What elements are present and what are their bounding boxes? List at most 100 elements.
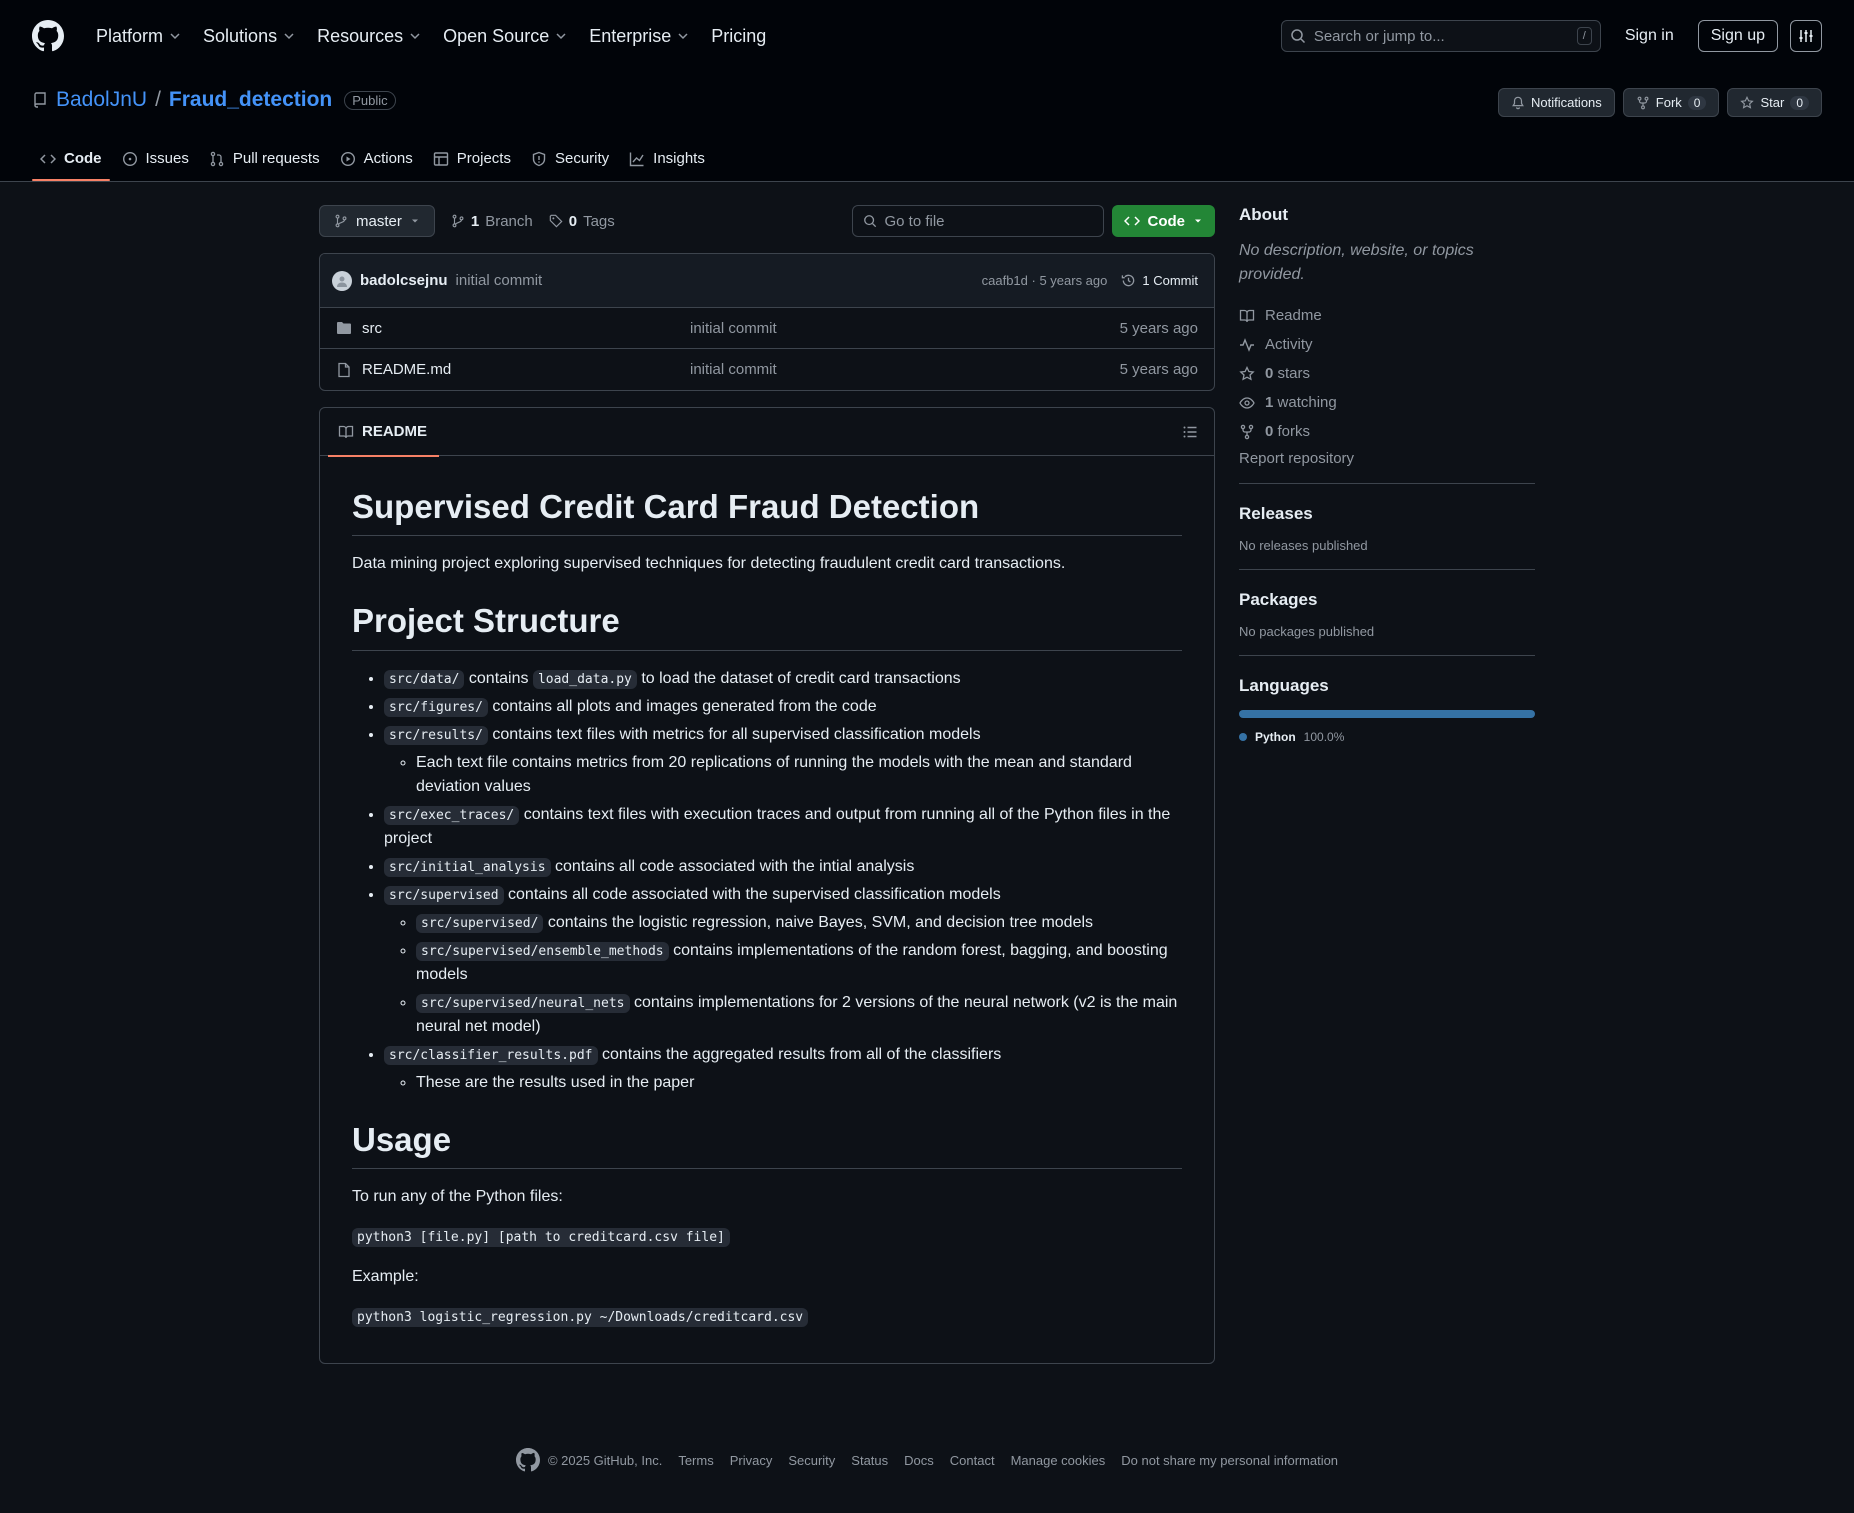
github-logo-icon[interactable] (32, 20, 88, 52)
commits-history-link[interactable]: 1 Commit (1121, 273, 1198, 288)
language-color-dot (1239, 733, 1247, 741)
sub-list: These are the results used in the paper (384, 1071, 1182, 1095)
file-row[interactable]: README.md initial commit 5 years ago (320, 349, 1214, 390)
search-icon (863, 215, 876, 228)
search-icon (1291, 29, 1305, 44)
inline-code: src/data/ (384, 669, 465, 689)
notifications-button[interactable]: Notifications (1497, 88, 1615, 117)
repo-name-link[interactable]: Fraud_detection (169, 88, 332, 112)
repo-title: BadolJnU / Fraud_detection Public (32, 88, 396, 112)
file-toolbar: master 1 Branch 0 Tags Go to file Code (319, 205, 1215, 237)
tags-link[interactable]: 0 Tags (549, 213, 615, 230)
sub-list: src/supervised/ contains the logistic re… (384, 911, 1182, 1039)
activity-link[interactable]: Activity (1239, 330, 1535, 359)
file-time: 5 years ago (1119, 361, 1198, 378)
repo-sidebar: About No description, website, or topics… (1239, 205, 1535, 744)
packages-heading[interactable]: Packages (1239, 590, 1535, 610)
list-item: src/results/ contains text files with me… (384, 723, 1182, 799)
readme-panel: README Supervised Credit Card Fraud Dete… (319, 407, 1215, 1364)
list-text: contains all code associated with the su… (508, 885, 1001, 903)
table-of-contents-button[interactable] (1182, 424, 1198, 440)
file-name-link[interactable]: README.md (362, 361, 451, 378)
commit-message-link[interactable]: initial commit (456, 272, 543, 289)
report-repository-link[interactable]: Report repository (1239, 450, 1535, 467)
readme-link[interactable]: Readme (1239, 301, 1535, 330)
tab-insights[interactable]: Insights (621, 142, 713, 179)
tab-projects[interactable]: Projects (425, 142, 519, 179)
nav-platform[interactable]: Platform (88, 20, 189, 53)
file-commit-message[interactable]: initial commit (690, 361, 777, 378)
star-icon (1740, 95, 1755, 109)
footer-link-terms[interactable]: Terms (678, 1453, 713, 1468)
inline-code: src/supervised (384, 885, 504, 905)
language-item-python[interactable]: Python 100.0% (1239, 730, 1535, 744)
appearance-settings-button[interactable] (1790, 20, 1822, 52)
fork-icon (1240, 424, 1254, 439)
avatar[interactable] (332, 270, 352, 291)
footer-link-do-not-share[interactable]: Do not share my personal information (1121, 1453, 1338, 1468)
table-icon (433, 151, 448, 166)
fork-button[interactable]: Fork 0 (1622, 88, 1720, 117)
nav-resources[interactable]: Resources (309, 20, 429, 53)
footer-link-manage-cookies[interactable]: Manage cookies (1011, 1453, 1106, 1468)
footer-link-contact[interactable]: Contact (950, 1453, 995, 1468)
section-heading-usage: Usage (352, 1119, 1182, 1169)
global-nav: Platform Solutions Resources Open Source… (88, 20, 774, 53)
star-button[interactable]: Star 0 (1727, 88, 1822, 117)
pull-request-icon (210, 151, 224, 166)
latest-commit-row: badolcsejnu initial commit caafb1d · 5 y… (320, 254, 1214, 308)
tab-pull-requests[interactable]: Pull requests (201, 142, 328, 179)
go-to-file-input[interactable]: Go to file (851, 205, 1104, 237)
readme-tab[interactable]: README (327, 408, 440, 457)
footer-link-status[interactable]: Status (851, 1453, 888, 1468)
caret-down-icon (1195, 219, 1201, 223)
list-text: contains all plots and images generated … (492, 697, 877, 715)
fork-count: 0 (1687, 95, 1707, 110)
footer-link-docs[interactable]: Docs (904, 1453, 934, 1468)
file-row[interactable]: src initial commit 5 years ago (320, 308, 1214, 349)
nav-open-source[interactable]: Open Source (435, 20, 575, 53)
commit-hash-time[interactable]: caafb1d · 5 years ago (982, 273, 1108, 288)
list-text: contains all code associated with the in… (555, 857, 915, 875)
github-logo-icon[interactable] (515, 1448, 540, 1472)
chevron-down-icon (284, 33, 294, 40)
tab-actions[interactable]: Actions (332, 142, 421, 179)
tab-code[interactable]: Code (32, 142, 110, 181)
tab-security[interactable]: Security (523, 142, 617, 179)
inline-code: src/results/ (384, 725, 488, 745)
shield-icon (532, 151, 546, 166)
watchers-link[interactable]: 1 watching (1239, 388, 1535, 417)
header-actions: Search or jump to... / Sign in Sign up (1280, 20, 1822, 52)
book-icon (338, 425, 354, 438)
file-commit-message[interactable]: initial commit (690, 320, 777, 337)
releases-heading[interactable]: Releases (1239, 504, 1535, 524)
branch-selector[interactable]: master (319, 205, 435, 237)
list-item: These are the results used in the paper (416, 1071, 1182, 1095)
branch-name: master (356, 212, 402, 230)
repo-actions: Notifications Fork 0 Star 0 (1497, 88, 1822, 117)
code-dropdown-button[interactable]: Code (1111, 205, 1215, 237)
search-placeholder: Search or jump to... (1313, 27, 1445, 45)
sign-up-button[interactable]: Sign up (1697, 20, 1778, 52)
languages-heading: Languages (1239, 676, 1329, 695)
search-input[interactable]: Search or jump to... / (1280, 20, 1601, 52)
usage-text: To run any of the Python files: (352, 1187, 563, 1205)
forks-link[interactable]: 0 forks (1239, 417, 1535, 446)
stars-link[interactable]: 0 stars (1239, 359, 1535, 388)
nav-pricing[interactable]: Pricing (703, 20, 774, 53)
file-name-cell: README.md (336, 361, 690, 378)
file-name-link[interactable]: src (362, 320, 382, 337)
languages-section: Languages Python 100.0% (1239, 655, 1535, 744)
commit-author-link[interactable]: badolcsejnu (360, 272, 448, 289)
footer-link-security[interactable]: Security (788, 1453, 835, 1468)
sub-list: Each text file contains metrics from 20 … (384, 751, 1182, 799)
nav-solutions[interactable]: Solutions (195, 20, 303, 53)
branch-icon (452, 214, 464, 228)
tab-issues[interactable]: Issues (114, 142, 197, 179)
repo-owner-link[interactable]: BadolJnU (56, 88, 147, 112)
issue-icon (122, 151, 137, 166)
footer-link-privacy[interactable]: Privacy (730, 1453, 773, 1468)
branches-link[interactable]: 1 Branch (451, 213, 533, 230)
sign-in-link[interactable]: Sign in (1613, 21, 1686, 51)
nav-enterprise[interactable]: Enterprise (581, 20, 697, 53)
